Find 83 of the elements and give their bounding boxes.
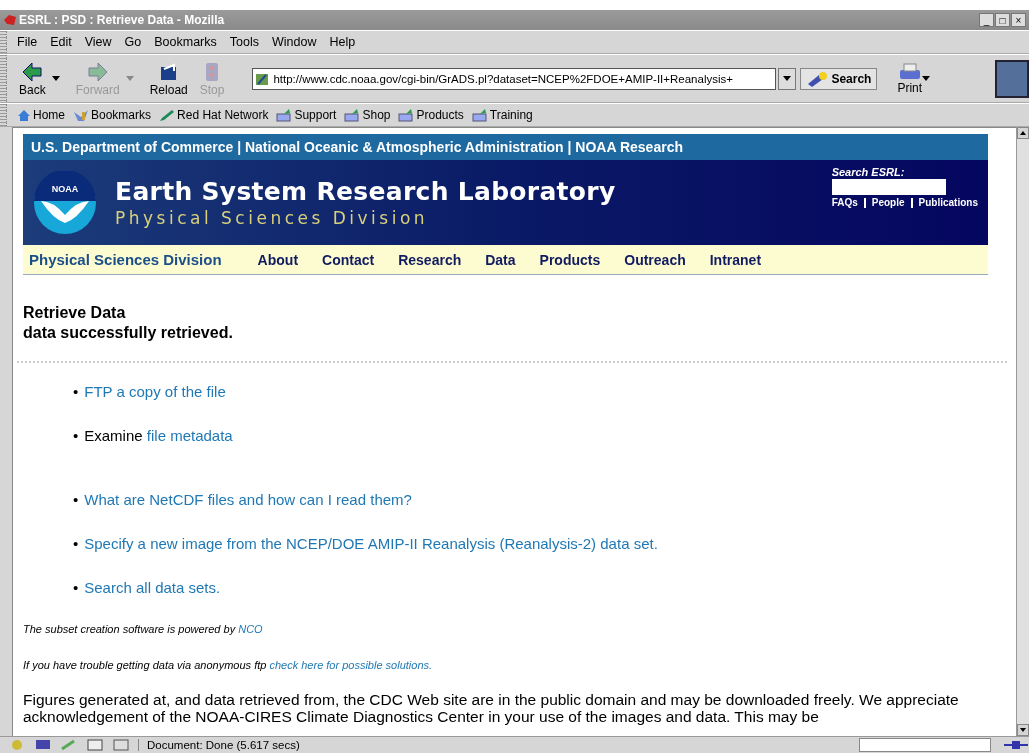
note-link[interactable]: check here for possible solutions. bbox=[269, 659, 433, 671]
maximize-button[interactable]: □ bbox=[995, 13, 1010, 27]
menu-item[interactable]: Help bbox=[329, 35, 356, 49]
dropdown-button[interactable] bbox=[778, 67, 797, 90]
result-link[interactable]: Specify a new image from the NCEP/DOE AMIP-II Reanalysis (Reanalysis-2) data set. bbox=[84, 535, 658, 552]
result-link[interactable]: Search all data sets. bbox=[84, 579, 221, 596]
bookmark-button[interactable]: Home bbox=[13, 108, 69, 122]
dropdown-arrow-icon[interactable] bbox=[922, 76, 931, 81]
division-subtitle: Physical Sciences Division bbox=[115, 208, 430, 228]
status-text: Document: Done (5.617 secs) bbox=[138, 739, 851, 751]
toolbar-grip[interactable] bbox=[0, 104, 7, 126]
agency-banner: U.S. Department of Commerce | National Oceanic & Atmospheric Administration | NOAA Research bbox=[23, 134, 988, 160]
address-field[interactable]: http://www.cdc.noaa.gov/cgi-bin/GrADS.pl?dataset=NCEP%2FDOE+AMIP-II+Reanalysis+ bbox=[252, 67, 777, 90]
bookmark-button[interactable]: Bookmarks bbox=[69, 108, 156, 122]
menu-item[interactable]: File bbox=[17, 35, 38, 49]
result-link[interactable]: FTP a copy of the file bbox=[84, 383, 226, 400]
nav-link[interactable]: About bbox=[257, 251, 299, 268]
menu-item[interactable]: Tools bbox=[229, 35, 259, 49]
home-icon bbox=[17, 108, 31, 122]
pen-icon bbox=[159, 108, 176, 122]
quick-link[interactable]: FAQs bbox=[831, 197, 858, 208]
bookmark-button[interactable]: Products bbox=[394, 108, 468, 122]
scroll-up-button[interactable] bbox=[1017, 127, 1029, 139]
forward-arrow-icon bbox=[86, 60, 109, 83]
menu-item[interactable]: View bbox=[84, 35, 112, 49]
flashlight-icon bbox=[806, 70, 829, 87]
bullet: • bbox=[73, 579, 79, 596]
print-button[interactable]: Print bbox=[897, 62, 923, 95]
back-button[interactable]: Back bbox=[13, 60, 52, 97]
bookmark-button[interactable]: Support bbox=[272, 108, 341, 122]
page-icon bbox=[255, 71, 270, 86]
dropdown-arrow-icon[interactable] bbox=[51, 76, 60, 81]
note-text: If you have trouble getting data via anonymous ftp check here for possible solutions. bbox=[23, 659, 434, 671]
quick-link[interactable]: People bbox=[871, 197, 905, 208]
menu-item[interactable]: Window bbox=[272, 35, 317, 49]
reload-button[interactable]: Reload bbox=[143, 60, 194, 97]
bookmark-button[interactable]: Shop bbox=[340, 108, 395, 122]
site-title: Physical Sciences Division bbox=[29, 251, 222, 268]
window-title: ESRL : PSD : Retrieve Data - Mozilla bbox=[19, 13, 226, 27]
scroll-down-button[interactable] bbox=[1017, 724, 1029, 736]
result-link[interactable]: What are NetCDF files and how can I read them? bbox=[84, 491, 412, 508]
caret-icon bbox=[783, 76, 792, 81]
menu-item[interactable]: Bookmarks bbox=[154, 35, 217, 49]
bullet: • bbox=[73, 491, 79, 508]
minimize-button[interactable]: _ bbox=[979, 13, 994, 27]
folder-icon bbox=[398, 108, 415, 122]
folder-icon bbox=[344, 108, 361, 122]
nav-link[interactable]: Contact bbox=[322, 251, 375, 268]
search-button[interactable]: Search bbox=[800, 67, 878, 90]
lab-title: Earth System Research Laboratory bbox=[115, 177, 617, 206]
nav-link[interactable]: Outreach bbox=[624, 251, 686, 268]
back-arrow-icon bbox=[21, 60, 44, 83]
bullet: • bbox=[73, 535, 79, 552]
connection-icon bbox=[1003, 739, 1029, 751]
close-button[interactable]: × bbox=[1011, 13, 1026, 27]
folder-icon bbox=[471, 108, 488, 122]
bookmark-button[interactable]: Red Hat Network bbox=[155, 108, 273, 122]
footer-paragraph: Figures generated at, and data retrieved from, the CDC Web site are in the public domain and may be downloaded freely. We appreciate acknowledgement of the NOAA-CIRES Climate Diagnostics Center in your use of the images and data. This may be bbox=[23, 691, 960, 725]
note-text: The subset creation software is powered by NCO bbox=[23, 623, 264, 635]
bullet: • bbox=[73, 383, 79, 400]
printer-icon bbox=[897, 62, 922, 81]
bullet: • bbox=[73, 427, 79, 444]
item-text: Examine bbox=[84, 427, 144, 444]
menu-item[interactable]: Go bbox=[124, 35, 142, 49]
noaa-logo-icon: NOAA bbox=[33, 170, 97, 235]
nav-link[interactable]: Research bbox=[398, 251, 462, 268]
quick-link[interactable]: Publications bbox=[918, 197, 978, 208]
note-link[interactable]: NCO bbox=[238, 623, 263, 635]
page-heading: Retrieve Data bbox=[23, 303, 127, 323]
nav-link[interactable]: Products bbox=[539, 251, 601, 268]
bookmark-button[interactable]: Training bbox=[467, 108, 537, 122]
result-link[interactable]: file metadata bbox=[146, 427, 233, 444]
search-field[interactable] bbox=[831, 179, 946, 195]
nav-link[interactable]: Intranet bbox=[709, 251, 762, 268]
toolbar-grip[interactable] bbox=[0, 55, 7, 102]
browser-logo-icon bbox=[995, 59, 1029, 98]
search-label: Search ESRL: bbox=[831, 166, 906, 178]
nav-link[interactable]: Data bbox=[485, 251, 516, 268]
status-message: data successfully retrieved. bbox=[23, 323, 234, 343]
menu-item[interactable]: Edit bbox=[50, 35, 72, 49]
app-icon bbox=[3, 14, 17, 26]
toolbar-grip[interactable] bbox=[0, 31, 7, 53]
folder-icon bbox=[276, 108, 293, 122]
